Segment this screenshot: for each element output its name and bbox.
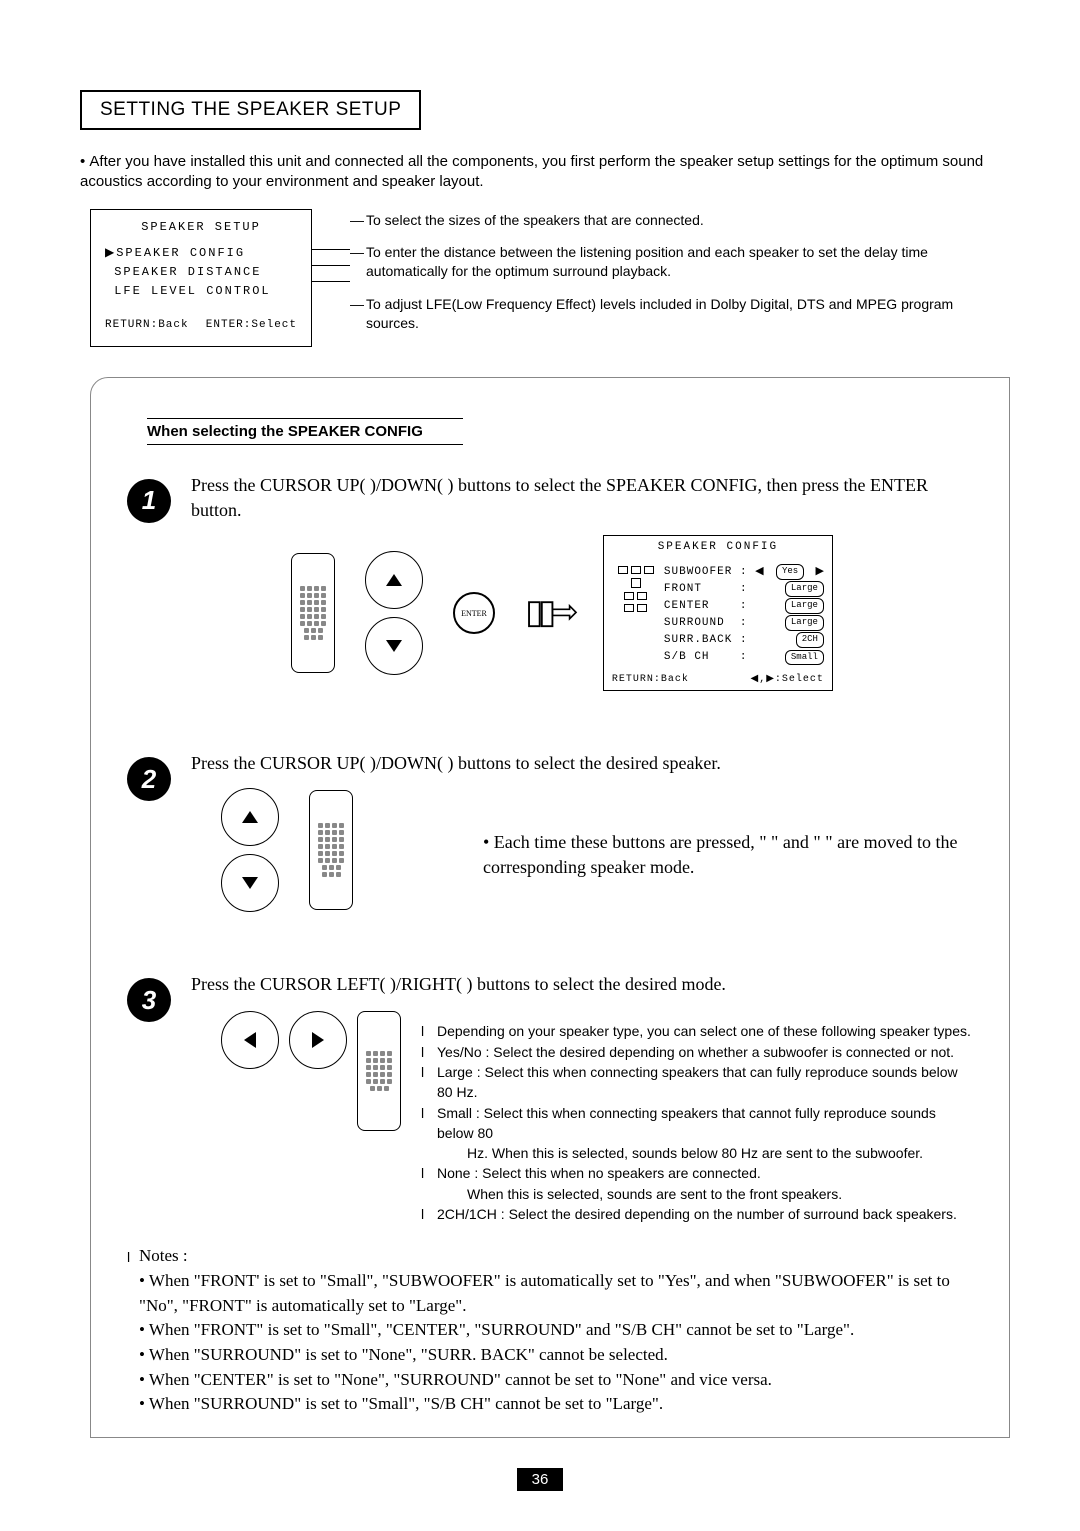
step-1-text: Press the CURSOR UP( )/DOWN( ) buttons t… [191,473,973,523]
cursor-right-icon [289,1011,347,1069]
page-title: SETTING THE SPEAKER SETUP [80,90,421,130]
osd1-foot-right: ENTER:Select [206,319,297,331]
note-3: • When "CENTER" is set to "None", "SURRO… [127,1368,973,1393]
exp-4: None : Select this when no speakers are … [421,1163,973,1183]
osd1-row2: SPEAKER DISTANCE [105,263,297,282]
cursor-down-icon [365,617,423,675]
cursor-left-icon [221,1011,279,1069]
step-3: 3 Press the CURSOR LEFT( )/RIGHT( ) butt… [127,972,973,1224]
step-2: 2 Press the CURSOR UP( )/DOWN( ) buttons… [127,751,973,912]
osd1-title: SPEAKER SETUP [105,220,297,234]
osd2-r2-val: Large [785,598,824,614]
exp-4-sub: When this is selected, sounds are sent t… [421,1184,973,1204]
osd2-r0-val: Yes [776,564,804,580]
remote-icon [291,553,335,673]
step-1: 1 Press the CURSOR UP( )/DOWN( ) buttons… [127,473,973,691]
osd2-foot-left: RETURN:Back [612,673,689,687]
osd2-r0-label: SUBWOOFER [664,566,732,578]
notes-heading: Notes : [127,1244,973,1269]
osd2-r1-val: Large [785,581,824,597]
exp-1: Yes/No : Select the desired depending on… [421,1042,973,1062]
enter-button-icon: ENTER [453,592,495,634]
step-2-note: • Each time these buttons are pressed, "… [483,830,973,880]
desc-speaker-config: To select the sizes of the speakers that… [350,211,1010,230]
osd2-r5-val: Small [785,650,824,666]
osd2-r4-val: 2CH [796,632,824,648]
cursor-up-icon [365,551,423,609]
exp-3: Small : Select this when connecting spea… [421,1103,973,1144]
osd2-foot-right: ◀,▶:Select [751,673,824,687]
desc-lfe: To adjust LFE(Low Frequency Effect) leve… [350,295,1010,333]
note-1: • When "FRONT" is set to "Small", "CENTE… [127,1318,973,1343]
osd2-title: SPEAKER CONFIG [604,536,832,559]
menu-diagram: SPEAKER SETUP ▶SPEAKER CONFIG SPEAKER DI… [90,209,1010,347]
step-1-number: 1 [127,479,171,523]
step-3-text: Press the CURSOR LEFT( )/RIGHT( ) button… [191,972,973,997]
mode-explanations: Depending on your speaker type, you can … [421,1021,973,1224]
exp-2: Large : Select this when connecting spea… [421,1062,973,1103]
cursor-up-icon [221,788,279,846]
exp-5: 2CH/1CH : Select the desired depending o… [421,1204,973,1224]
osd1-row1: ▶SPEAKER CONFIG [105,244,297,263]
osd2-r4-label: SURR.BACK [664,634,732,646]
osd2-r2-label: CENTER [664,600,710,612]
osd1-row3: LFE LEVEL CONTROL [105,282,297,301]
intro-text: • After you have installed this unit and… [70,152,1010,193]
step-2-text: Press the CURSOR UP( )/DOWN( ) buttons t… [191,751,973,776]
exp-3-sub: Hz. When this is selected, sounds below … [421,1143,973,1163]
cursor-down-icon [221,854,279,912]
exp-0: Depending on your speaker type, you can … [421,1021,973,1041]
osd2-r3-val: Large [785,615,824,631]
subsection-speaker-config: When selecting the SPEAKER CONFIG 1 Pres… [90,377,1010,1438]
connector-lines [312,209,350,347]
page-number: 36 [517,1468,563,1491]
note-4: • When "SURROUND" is set to "Small", "S/… [127,1392,973,1417]
step-2-number: 2 [127,757,171,801]
osd2-r1-label: FRONT [664,583,702,595]
intro-content: After you have installed this unit and c… [80,153,983,190]
notes-section: Notes : • When "FRONT' is set to "Small"… [127,1244,973,1416]
osd1-foot-left: RETURN:Back [105,319,189,331]
sub-heading: When selecting the SPEAKER CONFIG [147,418,463,445]
step-3-number: 3 [127,978,171,1022]
osd-speaker-setup: SPEAKER SETUP ▶SPEAKER CONFIG SPEAKER DI… [90,209,312,347]
osd2-r5-label: S/B CH [664,651,710,663]
note-2: • When "SURROUND" is set to "None", "SUR… [127,1343,973,1368]
remote-icon [309,790,353,910]
osd2-r3-label: SURROUND [664,617,725,629]
speaker-layout-icon [612,566,660,666]
desc-speaker-distance: To enter the distance between the listen… [350,243,1010,281]
flow-arrow-icon: ▯▯⇨ [525,589,573,637]
osd-speaker-config: SPEAKER CONFIG SUBWOOFER : ◀Yes▶ [603,535,833,691]
menu-descriptions: To select the sizes of the speakers that… [350,209,1010,347]
remote-icon [357,1011,401,1131]
note-0: • When "FRONT' is set to "Small", "SUBWO… [127,1269,973,1318]
